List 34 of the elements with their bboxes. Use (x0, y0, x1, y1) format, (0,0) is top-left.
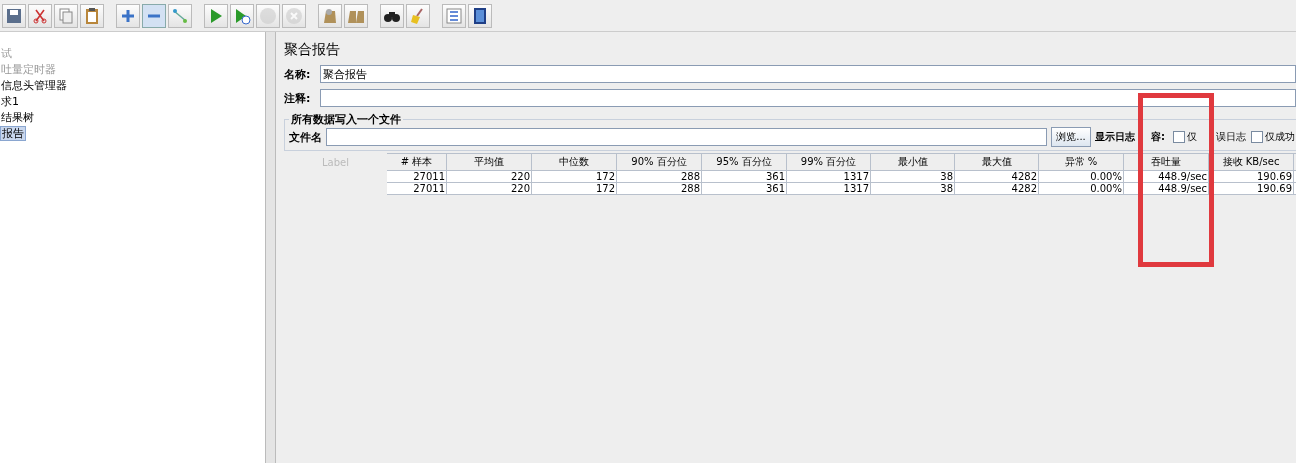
cut-button[interactable] (28, 3, 52, 28)
tree-item[interactable]: 信息头管理器 (0, 79, 68, 92)
filename-label: 文件名 (289, 129, 322, 145)
filename-field[interactable] (326, 128, 1047, 146)
checkbox[interactable] (1173, 131, 1185, 143)
checkbox-label: 仅成功 (1265, 130, 1295, 144)
comment-label: 注释: (284, 90, 312, 106)
save-button[interactable] (2, 3, 26, 28)
browse-button[interactable]: 浏览... (1051, 127, 1091, 147)
minus-icon (147, 13, 161, 18)
search-button[interactable] (380, 3, 404, 28)
group-title: 所有数据写入一个文件 (290, 112, 402, 127)
toggle-button[interactable] (168, 3, 192, 28)
remove-button[interactable] (142, 3, 166, 28)
name-label: 名称: (284, 66, 312, 82)
tree-item[interactable]: 报告 (0, 126, 26, 141)
checkbox-label: 误日志 (1216, 130, 1246, 144)
close-icon (284, 5, 304, 26)
panel-title: 聚合报告 (284, 40, 341, 59)
paste-button[interactable] (80, 3, 104, 28)
add-button[interactable] (116, 3, 140, 28)
log-label: 容: (1151, 130, 1165, 144)
copy-icon (56, 5, 76, 26)
tree-item[interactable]: 结果树 (0, 111, 35, 124)
start-button[interactable] (204, 3, 228, 28)
checkbox[interactable] (1251, 131, 1263, 143)
name-field[interactable]: 聚合报告 (320, 65, 1296, 83)
tree-item[interactable]: 求1 (0, 95, 20, 108)
stop-icon (258, 5, 278, 26)
checkbox-label: 仅 (1187, 130, 1197, 144)
comment-field[interactable] (320, 89, 1296, 107)
list-icon (444, 5, 464, 26)
log-label: 显示日志 (1095, 130, 1135, 144)
start-no-pause-button[interactable] (230, 3, 254, 28)
